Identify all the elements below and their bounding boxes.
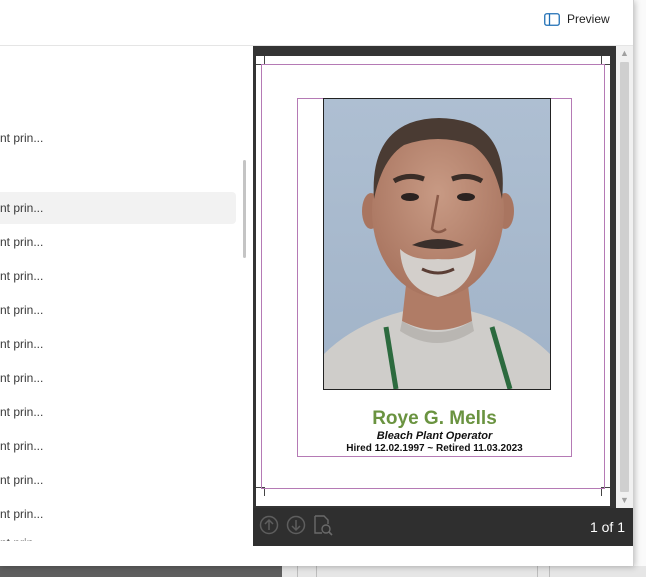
preview-toggle-button[interactable]: Preview [540,8,614,30]
list-item[interactable]: nt prin... [0,226,236,258]
list-item[interactable]: nt prin... [0,430,236,462]
scroll-down-arrow-icon[interactable]: ▼ [620,495,629,505]
list-item[interactable]: nt prin... [0,498,236,530]
page-counter: 1 of 1 [589,519,625,535]
sidebar-panel-icon [544,12,560,26]
list-item[interactable]: nt prin... [0,464,236,496]
list-item[interactable]: nt prin... [0,362,236,394]
list-item[interactable]: nt prin... [0,396,236,428]
preview-area: Roye G. Mells Bleach Plant Operator Hire… [253,46,616,508]
list-item-partial[interactable]: nt prin... [0,536,236,541]
arrow-down-circle-icon [286,515,306,540]
employee-name: Roye G. Mells [372,408,497,429]
scrollbar-thumb[interactable] [620,62,629,492]
list-item[interactable]: nt prin... [0,260,236,292]
dialog-header: Preview [0,0,633,46]
employee-photo [323,98,551,390]
previous-page-button[interactable] [258,515,280,540]
scroll-up-arrow-icon[interactable]: ▲ [620,48,629,58]
preview-page: Roye G. Mells Bleach Plant Operator Hire… [256,56,610,506]
page-search-button[interactable] [312,514,334,541]
list-item[interactable]: nt prin... [0,328,236,360]
arrow-up-circle-icon [259,515,279,540]
list-item[interactable]: nt prin... [0,122,236,154]
preview-navigation-bar: 1 of 1 [253,508,633,546]
list-item[interactable]: nt prin... [0,294,236,326]
next-page-button[interactable] [285,515,307,540]
print-dialog: Preview nt prin... nt prin... nt prin...… [0,0,634,566]
background-window-strip [0,566,646,577]
document-search-icon [312,514,334,541]
list-item-selected[interactable]: nt prin... [0,192,236,224]
employee-job-title: Bleach Plant Operator [376,430,493,442]
print-preview-pane: Roye G. Mells Bleach Plant Operator Hire… [253,46,633,546]
preview-scrollbar[interactable]: ▲ ▼ [616,46,633,508]
printer-list: nt prin... nt prin... nt prin... nt prin… [0,46,253,566]
preview-label: Preview [567,12,610,26]
employee-dates: Hired 12.02.1997 ~ Retired 11.03.2023 [346,443,523,454]
list-scrollbar[interactable] [243,160,246,258]
